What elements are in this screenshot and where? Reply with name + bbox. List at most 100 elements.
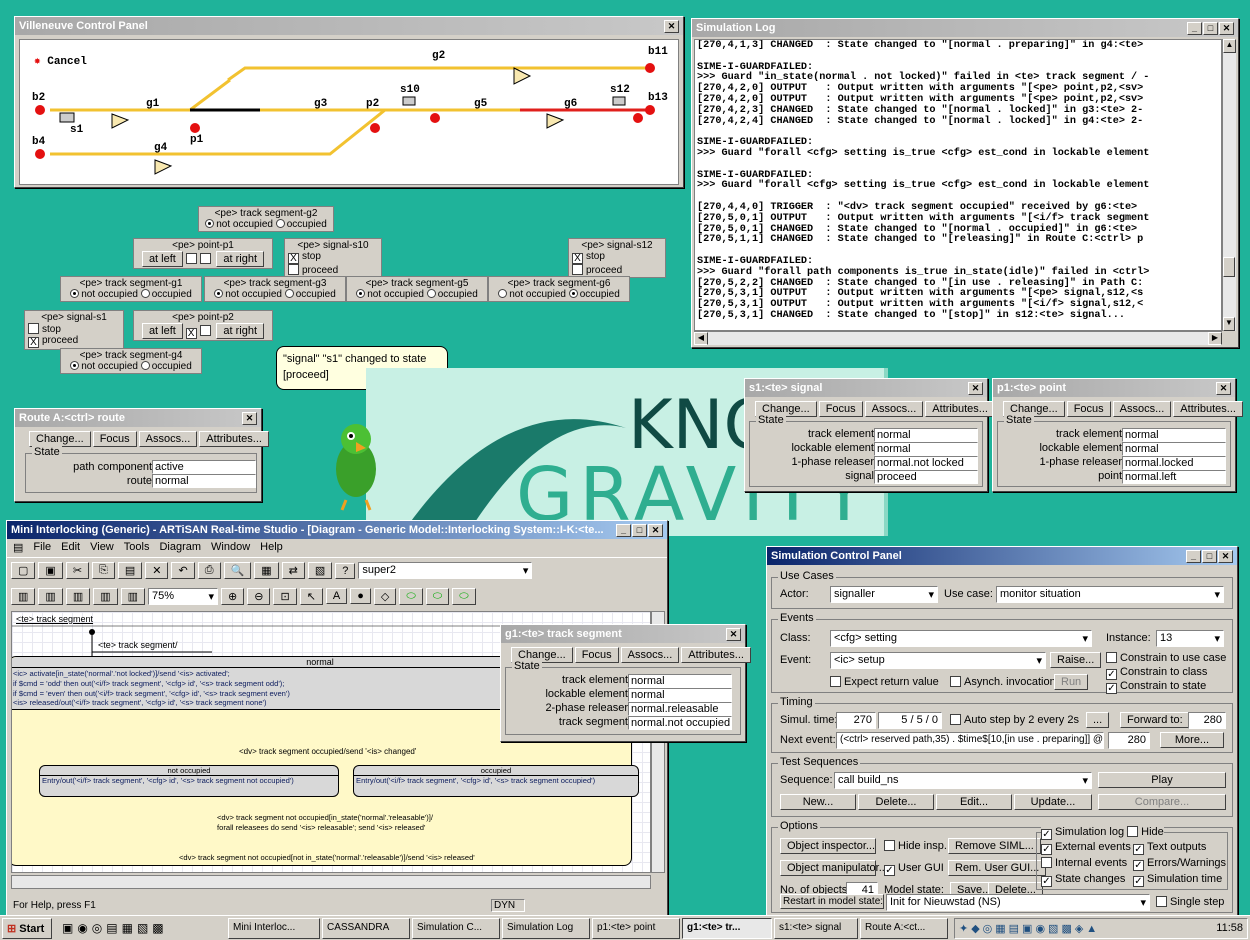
diagram-hscroll[interactable]	[11, 875, 651, 889]
raise-button[interactable]: Raise...	[1050, 652, 1102, 668]
auto-step-settings-button[interactable]: ...	[1086, 712, 1110, 728]
align-icon[interactable]: ▥	[65, 587, 91, 605]
open-icon[interactable]: ▣	[38, 562, 63, 579]
radio-not-occupied[interactable]	[205, 219, 215, 228]
preview-icon[interactable]: 🔍	[223, 562, 252, 579]
state-shape-icon[interactable]: ⬭	[452, 587, 476, 605]
simulation-time-checkbox[interactable]: ✓	[1133, 876, 1144, 887]
print-icon[interactable]: ⎙	[197, 562, 221, 579]
close-icon[interactable]: ✕	[664, 19, 679, 33]
close-icon[interactable]: ✕	[1219, 21, 1234, 35]
at-right-button[interactable]: at right	[216, 251, 265, 267]
focus-button[interactable]: Focus	[1066, 401, 1111, 417]
zoom-combo[interactable]: 75% ▾	[148, 587, 219, 605]
user-gui-checkbox[interactable]: ✓	[884, 865, 895, 876]
assocs-button[interactable]: Assocs...	[620, 647, 680, 663]
sequence-select[interactable]: call build_ns ▾	[834, 772, 1092, 789]
focus-button[interactable]: Focus	[92, 431, 137, 447]
close-icon[interactable]: ✕	[1218, 549, 1233, 563]
zoom-in-icon[interactable]: ⊕	[221, 587, 245, 605]
track-element-field[interactable]: normal	[874, 428, 978, 442]
log-hscroll[interactable]: ◀ ▶	[694, 331, 1222, 345]
close-icon[interactable]: ✕	[242, 411, 257, 425]
edit-sequence-button[interactable]: Edit...	[936, 794, 1012, 810]
simulation-log-titlebar[interactable]: Simulation Log _ □ ✕	[692, 19, 1238, 37]
constrain-class-checkbox[interactable]: ✓	[1106, 669, 1117, 680]
taskbar-item[interactable]: Route A:<ct...	[860, 918, 948, 939]
track-segment-field[interactable]: normal.not occupied	[628, 716, 732, 730]
menu-help[interactable]: Help	[260, 541, 283, 555]
select-icon[interactable]: ↖	[299, 587, 323, 605]
route-a-titlebar[interactable]: Route A:<ctrl> route ✕	[15, 409, 261, 427]
constrain-use-case-checkbox[interactable]	[1106, 652, 1117, 663]
taskbar-item[interactable]: p1:<te> point	[592, 918, 680, 939]
use-case-select[interactable]: monitor situation ▾	[996, 586, 1224, 603]
g1-titlebar[interactable]: g1:<te> track segment ✕	[501, 625, 745, 643]
align-icon[interactable]: ▥	[38, 587, 63, 605]
track-element-field[interactable]: normal	[1122, 428, 1226, 442]
close-icon[interactable]: ✕	[1216, 381, 1231, 395]
cut-icon[interactable]: ✂	[65, 562, 90, 579]
props-icon[interactable]: ▧	[307, 562, 333, 579]
state-not-occupied[interactable]: not occupied Entry/out('<i/f> track segm…	[39, 765, 339, 797]
delete-icon[interactable]: ✕	[145, 562, 169, 579]
state-shape-icon[interactable]: ⬭	[425, 587, 450, 605]
copy-icon[interactable]: ⎘	[92, 562, 115, 579]
hide-log-checkbox[interactable]	[1127, 826, 1139, 837]
focus-button[interactable]: Focus	[574, 647, 619, 663]
async-checkbox[interactable]	[950, 676, 961, 687]
state-icon[interactable]: ●	[350, 588, 371, 604]
assocs-button[interactable]: Assocs...	[138, 431, 198, 447]
at-right-button[interactable]: at right	[216, 323, 265, 339]
menu-file[interactable]: File	[33, 541, 51, 555]
text-icon[interactable]: A	[325, 588, 348, 604]
object-inspector-button[interactable]: Object inspector...	[780, 838, 876, 854]
text-outputs-checkbox[interactable]: ✓	[1133, 844, 1144, 855]
signal-field[interactable]: proceed	[874, 470, 978, 484]
simul-step-field[interactable]: 5 / 5 / 0	[878, 712, 942, 729]
close-icon[interactable]: ✕	[968, 381, 983, 395]
state-changes-checkbox[interactable]: ✓	[1041, 876, 1052, 887]
constrain-state-checkbox[interactable]: ✓	[1106, 683, 1117, 694]
taskbar-item[interactable]: s1:<te> signal	[774, 918, 858, 939]
restart-state-select[interactable]: Init for Nieuwstad (NS) ▾	[886, 894, 1150, 911]
releaser-field[interactable]: normal.not locked	[874, 456, 978, 470]
menu-window[interactable]: Window	[211, 541, 250, 555]
align-icon[interactable]: ▥	[120, 587, 146, 605]
p1-titlebar[interactable]: p1:<te> point ✕	[993, 379, 1235, 397]
taskbar-item[interactable]: Mini Interloc...	[228, 918, 320, 939]
signal-s1-icon[interactable]	[59, 112, 75, 123]
maximize-icon[interactable]: □	[632, 523, 647, 537]
close-icon[interactable]: ✕	[726, 627, 741, 641]
align-icon[interactable]: ▥	[93, 587, 118, 605]
assocs-button[interactable]: Assocs...	[1112, 401, 1172, 417]
object-manipulator-button[interactable]: Object manipulator...	[780, 860, 888, 876]
restart-model-state-button[interactable]: Restart in model state:	[780, 894, 884, 909]
releaser-field[interactable]: normal.locked	[1122, 456, 1226, 470]
simul-time-field[interactable]: 270	[836, 712, 876, 729]
actor-select[interactable]: signaller ▾	[830, 586, 938, 603]
attributes-button[interactable]: Attributes...	[681, 647, 751, 663]
diagram-icon[interactable]: ▦	[254, 562, 279, 579]
rem-user-gui-button[interactable]: Rem. User GUI...	[948, 860, 1047, 876]
route-field[interactable]: normal	[152, 474, 256, 488]
s1-titlebar[interactable]: s1:<te> signal ✕	[745, 379, 987, 397]
external-events-checkbox[interactable]: ✓	[1041, 844, 1052, 855]
link-icon[interactable]: ⇄	[281, 562, 305, 579]
align-icon[interactable]: ▥	[11, 587, 36, 605]
simulation-log-checkbox[interactable]: ✓	[1041, 829, 1052, 840]
model-combo[interactable]: super2 ▾	[358, 562, 533, 579]
next-event-field[interactable]: (<ctrl> reserved path,35) . $time$[10,[i…	[836, 732, 1104, 749]
attributes-button[interactable]: Attributes...	[1173, 401, 1243, 417]
menu-view[interactable]: View	[90, 541, 114, 555]
menu-tools[interactable]: Tools	[124, 541, 150, 555]
help-icon[interactable]: ?	[335, 562, 356, 579]
run-button[interactable]: Run	[1054, 674, 1089, 690]
new-icon[interactable]: ▢	[11, 562, 36, 579]
undo-icon[interactable]: ↶	[171, 562, 195, 579]
state-shape-icon[interactable]: ⬭	[399, 587, 423, 605]
signal-s12-icon[interactable]	[612, 96, 626, 106]
parrot-assistant[interactable]	[326, 414, 386, 514]
at-left-button[interactable]: at left	[141, 251, 183, 267]
focus-button[interactable]: Focus	[818, 401, 863, 417]
